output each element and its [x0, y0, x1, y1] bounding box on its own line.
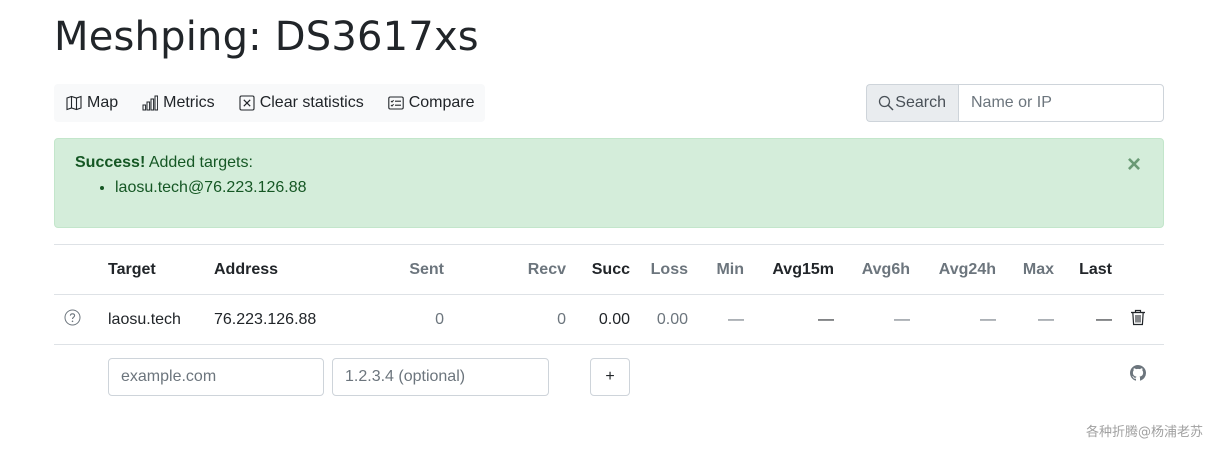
github-icon[interactable]	[1130, 364, 1146, 381]
alert-list-item: laosu.tech@76.223.126.88	[115, 178, 1143, 198]
toolbar: Map Metrics Clear statistics Compare	[54, 84, 485, 122]
alert-strong: Success!	[75, 154, 146, 171]
cell-avg6h: —	[834, 294, 910, 345]
map-button[interactable]: Map	[66, 84, 118, 122]
card-checklist-icon	[387, 96, 404, 110]
compare-button[interactable]: Compare	[387, 84, 475, 122]
map-icon	[66, 95, 82, 111]
header-succ[interactable]: Succ	[566, 244, 630, 295]
header-avg15m[interactable]: Avg15m	[744, 244, 834, 295]
github-cell	[1112, 344, 1164, 408]
header-icon-col	[54, 244, 108, 295]
search-button[interactable]: Search	[866, 84, 958, 122]
header-last[interactable]: Last	[1054, 244, 1112, 295]
cell-last: —	[1054, 294, 1112, 345]
header-max[interactable]: Max	[996, 244, 1054, 295]
compare-label: Compare	[408, 94, 475, 111]
cell-recv: 0	[444, 294, 566, 345]
add-target-button[interactable]: +	[590, 357, 630, 396]
search-group: Search	[866, 84, 1164, 122]
header-address[interactable]: Address	[214, 244, 324, 295]
target-address-input[interactable]	[332, 357, 549, 396]
add-target-row: +	[54, 344, 1164, 408]
header-avg24h[interactable]: Avg24h	[910, 244, 996, 295]
cell-avg24h: —	[910, 294, 996, 345]
actions-cell	[1112, 294, 1164, 345]
status-cell	[54, 294, 108, 345]
search-label: Search	[895, 94, 946, 111]
cell-sent: 0	[324, 294, 444, 345]
cell-loss: 0.00	[630, 294, 688, 345]
add-button-cell: +	[566, 344, 630, 408]
metrics-label: Metrics	[163, 94, 215, 111]
cell-avg15m: —	[744, 294, 834, 345]
cell-max: —	[996, 294, 1054, 345]
alert-message: Added targets:	[148, 154, 253, 171]
x-square-icon	[239, 95, 255, 111]
search-input[interactable]	[958, 84, 1164, 122]
search-icon	[879, 95, 894, 111]
target-name-input[interactable]	[108, 357, 324, 396]
targets-table: Target Address Sent Recv Succ Loss Min A…	[54, 244, 1164, 408]
alert-list: laosu.tech@76.223.126.88	[75, 178, 1143, 198]
header-min[interactable]: Min	[688, 244, 744, 295]
add-name-cell	[108, 344, 324, 408]
table-header-row: Target Address Sent Recv Succ Loss Min A…	[54, 244, 1164, 295]
header-target[interactable]: Target	[108, 244, 214, 295]
table-row: laosu.tech 76.223.126.88 0 0 0.00 0.00 —…	[54, 294, 1164, 345]
cell-target: laosu.tech	[108, 294, 214, 345]
metrics-button[interactable]: Metrics	[142, 84, 215, 122]
header-recv[interactable]: Recv	[444, 244, 566, 295]
header-avg6h[interactable]: Avg6h	[834, 244, 910, 295]
watermark-text: 各种折腾@杨浦老苏	[1085, 425, 1203, 440]
header-loss[interactable]: Loss	[630, 244, 688, 295]
page-title: Meshping: DS3617xs	[54, 14, 479, 60]
trash-icon[interactable]	[1130, 309, 1146, 326]
add-address-cell	[324, 344, 566, 408]
cell-succ: 0.00	[566, 294, 630, 345]
add-row-filler	[630, 344, 1112, 408]
clear-statistics-button[interactable]: Clear statistics	[239, 84, 364, 122]
close-button[interactable]: ×	[1127, 153, 1141, 177]
header-sent[interactable]: Sent	[324, 244, 444, 295]
cell-address: 76.223.126.88	[214, 294, 324, 345]
cell-min: —	[688, 294, 744, 345]
clear-statistics-label: Clear statistics	[259, 94, 364, 111]
question-circle-icon	[64, 309, 81, 325]
header-actions-col	[1112, 244, 1164, 295]
map-label: Map	[87, 94, 119, 111]
targets-table-wrap: Target Address Sent Recv Succ Loss Min A…	[54, 244, 1164, 408]
success-alert: Success! Added targets: laosu.tech@76.22…	[54, 138, 1164, 228]
add-row-empty	[54, 344, 108, 408]
bar-chart-icon	[142, 95, 159, 111]
